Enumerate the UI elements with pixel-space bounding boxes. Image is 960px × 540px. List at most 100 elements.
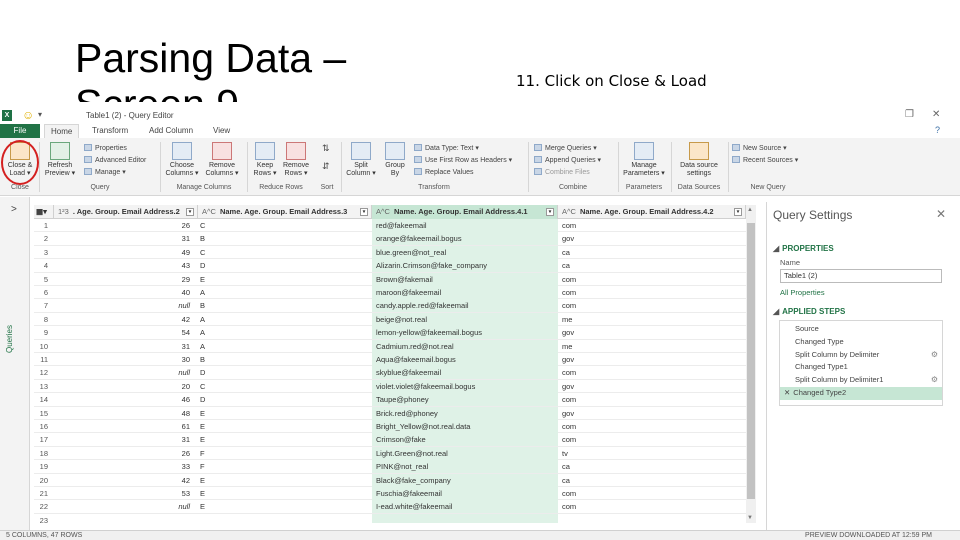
sort-ascending-icon[interactable]: ⇅ bbox=[322, 144, 330, 153]
cell-email-user[interactable]: orange@fakeemail.bogus bbox=[372, 232, 558, 246]
cell-email-user[interactable]: PINK@not_real bbox=[372, 460, 558, 474]
scroll-up-icon[interactable]: ▲ bbox=[747, 207, 753, 213]
applied-step[interactable]: Changed Type1 bbox=[780, 361, 942, 374]
cell-email-domain[interactable]: com bbox=[558, 500, 746, 513]
cell-email-domain[interactable]: com bbox=[558, 286, 746, 299]
filter-dropdown-icon[interactable]: ▾ bbox=[734, 208, 742, 216]
cell-group[interactable]: E bbox=[198, 273, 368, 286]
column-header-email-2[interactable]: 1²3. Age. Group. Email Address.2 ▾ bbox=[54, 205, 198, 219]
cell-group[interactable]: E bbox=[198, 500, 368, 513]
cell-age[interactable]: 29 bbox=[54, 273, 194, 286]
cell-email-domain[interactable]: ca bbox=[558, 259, 746, 272]
choose-columns-button[interactable]: Choose Columns ▾ bbox=[163, 142, 201, 178]
tab-file[interactable]: File bbox=[0, 124, 40, 138]
cell-email-domain[interactable]: gov bbox=[558, 232, 746, 245]
cell-email-domain[interactable]: com bbox=[558, 393, 746, 406]
cell-email-domain[interactable]: ca bbox=[558, 460, 746, 473]
applied-step[interactable]: Split Column by Delimiter ⚙ bbox=[780, 349, 942, 362]
expand-queries-chevron-icon[interactable]: > bbox=[11, 204, 17, 215]
cell-email-user[interactable]: Alizarin.Crimson@fake_company bbox=[372, 259, 558, 273]
cell-age[interactable]: 31 bbox=[54, 433, 194, 446]
scrollbar-thumb[interactable] bbox=[747, 223, 755, 499]
cell-email-user[interactable]: violet.violet@fakeemail.bogus bbox=[372, 379, 558, 393]
properties-button[interactable]: Properties bbox=[84, 144, 127, 153]
quick-access-dropdown[interactable]: ▾ bbox=[38, 110, 42, 119]
advanced-editor-button[interactable]: Advanced Editor bbox=[84, 156, 146, 165]
cell-group[interactable]: B bbox=[198, 353, 368, 366]
cell-email-domain[interactable]: com bbox=[558, 487, 746, 500]
cell-group[interactable]: B bbox=[198, 232, 368, 245]
step-settings-gear-icon[interactable]: ⚙ bbox=[931, 374, 938, 387]
cell-group[interactable]: E bbox=[198, 487, 368, 500]
append-queries-button[interactable]: Append Queries ▾ bbox=[534, 156, 601, 165]
cell-age[interactable]: 43 bbox=[54, 259, 194, 272]
cell-email-domain[interactable]: ca bbox=[558, 246, 746, 259]
cell-age[interactable]: null bbox=[54, 299, 194, 312]
manage-parameters-button[interactable]: Manage Parameters ▾ bbox=[622, 142, 666, 178]
cell-age[interactable]: 31 bbox=[54, 340, 194, 353]
cell-age[interactable]: null bbox=[54, 366, 194, 379]
cell-age[interactable]: null bbox=[54, 500, 194, 513]
cell-email-user[interactable]: red@fakeemail bbox=[372, 219, 558, 232]
data-source-settings-button[interactable]: Data source settings bbox=[674, 142, 724, 178]
cell-group[interactable]: E bbox=[198, 433, 368, 446]
cell-email-domain[interactable]: me bbox=[558, 313, 746, 326]
cell-group[interactable]: A bbox=[198, 340, 368, 353]
cell-group[interactable]: C bbox=[198, 380, 368, 393]
data-type-dropdown[interactable]: Data Type: Text ▾ bbox=[414, 144, 479, 153]
cell-group[interactable] bbox=[198, 514, 368, 523]
cell-email-user[interactable]: Black@fake_company bbox=[372, 473, 558, 487]
tab-view[interactable]: View bbox=[207, 124, 236, 138]
remove-rows-button[interactable]: Remove Rows ▾ bbox=[281, 142, 311, 178]
tab-transform[interactable]: Transform bbox=[86, 124, 134, 138]
cell-email-user[interactable]: Light.Green@not.real bbox=[372, 446, 558, 460]
cell-group[interactable]: E bbox=[198, 407, 368, 420]
cell-email-domain[interactable]: ca bbox=[558, 474, 746, 487]
replace-values-button[interactable]: Replace Values bbox=[414, 168, 474, 177]
cell-group[interactable]: D bbox=[198, 259, 368, 272]
recent-sources-button[interactable]: Recent Sources ▾ bbox=[732, 156, 798, 165]
filter-dropdown-icon[interactable]: ▾ bbox=[360, 208, 368, 216]
close-window-icon[interactable]: ✕ bbox=[932, 109, 940, 120]
cell-email-domain[interactable]: com bbox=[558, 366, 746, 379]
cell-email-user[interactable] bbox=[372, 513, 558, 523]
cell-age[interactable]: 30 bbox=[54, 353, 194, 366]
cell-group[interactable]: F bbox=[198, 447, 368, 460]
cell-age[interactable]: 61 bbox=[54, 420, 194, 433]
cell-email-user[interactable]: I-ead.white@fakeemail bbox=[372, 500, 558, 514]
new-source-button[interactable]: New Source ▾ bbox=[732, 144, 787, 153]
cell-group[interactable]: A bbox=[198, 313, 368, 326]
cell-email-user[interactable]: candy.apple.red@fakeemail bbox=[372, 299, 558, 313]
manage-button[interactable]: Manage ▾ bbox=[84, 168, 126, 177]
cell-age[interactable]: 42 bbox=[54, 474, 194, 487]
cell-group[interactable]: D bbox=[198, 393, 368, 406]
cell-email-user[interactable]: Brown@fakemail bbox=[372, 272, 558, 286]
all-properties-link[interactable]: All Properties bbox=[780, 288, 825, 297]
group-by-button[interactable]: Group By bbox=[380, 142, 410, 178]
cell-group[interactable]: F bbox=[198, 460, 368, 473]
query-name-input[interactable]: Table1 (2) bbox=[780, 269, 942, 283]
cell-email-domain[interactable]: gov bbox=[558, 353, 746, 366]
column-header-email-3[interactable]: A^C Name. Age. Group. Email Address.3 ▾ bbox=[198, 205, 372, 219]
filter-dropdown-icon[interactable]: ▾ bbox=[546, 208, 554, 216]
cell-email-user[interactable]: Aqua@fakeemail.bogus bbox=[372, 353, 558, 366]
help-icon[interactable]: ? bbox=[935, 125, 940, 135]
restore-icon[interactable]: ❐ bbox=[905, 109, 914, 120]
cell-email-user[interactable]: maroon@fakeemail bbox=[372, 286, 558, 299]
scroll-down-icon[interactable]: ▼ bbox=[747, 515, 753, 521]
close-settings-icon[interactable]: ✕ bbox=[936, 207, 946, 221]
applied-step[interactable]: ✕ Changed Type2 bbox=[780, 387, 942, 400]
applied-step[interactable]: Split Column by Delimiter1 ⚙ bbox=[780, 374, 942, 387]
queries-pane-label[interactable]: Queries bbox=[5, 325, 14, 353]
cell-group[interactable]: D bbox=[198, 366, 368, 379]
cell-group[interactable]: B bbox=[198, 299, 368, 312]
column-header-email-4-2[interactable]: A^C Name. Age. Group. Email Address.4.2 ▾ bbox=[558, 205, 746, 219]
cell-age[interactable]: 42 bbox=[54, 313, 194, 326]
cell-email-user[interactable]: Crimson@fake bbox=[372, 433, 558, 447]
cell-age[interactable]: 53 bbox=[54, 487, 194, 500]
step-settings-gear-icon[interactable]: ⚙ bbox=[931, 349, 938, 362]
cell-group[interactable]: C bbox=[198, 246, 368, 259]
cell-group[interactable]: C bbox=[198, 219, 368, 232]
applied-steps-heading[interactable]: ◢ APPLIED STEPS bbox=[773, 307, 845, 316]
sort-descending-icon[interactable]: ⇵ bbox=[322, 162, 330, 171]
